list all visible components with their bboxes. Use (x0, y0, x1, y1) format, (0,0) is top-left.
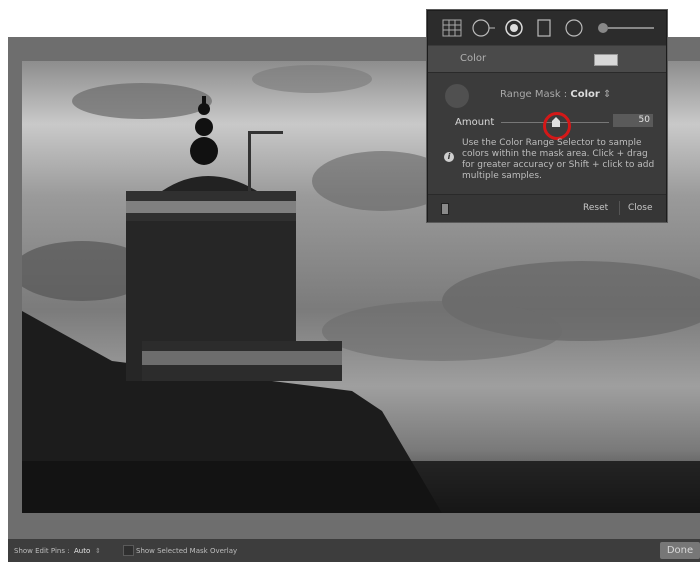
info-icon: i (444, 152, 454, 162)
bottom-toolbar: Show Edit Pins : Auto ⇕ Show Selected Ma… (8, 539, 700, 562)
graduated-filter-grid-icon[interactable] (442, 19, 462, 37)
local-adjustment-panel: Color Range Mask : Color ⇕ Amount 50 i U… (427, 10, 667, 222)
edit-pins-value[interactable]: Auto (74, 547, 90, 555)
mask-overlay-label: Show Selected Mask Overlay (136, 547, 238, 555)
footer-divider (619, 201, 620, 215)
tool-strip (428, 11, 666, 45)
reset-button[interactable]: Reset (583, 203, 608, 213)
color-range-selector-icon[interactable] (445, 84, 469, 108)
panel-footer: Reset Close (428, 194, 666, 222)
panel-toggle-switch[interactable] (441, 203, 449, 215)
color-section-header[interactable]: Color (428, 46, 666, 73)
amount-value-field[interactable]: 50 (613, 114, 653, 127)
range-mask-dropdown[interactable]: Range Mask : Color ⇕ (500, 89, 611, 100)
radial-filter-icon[interactable] (472, 19, 496, 37)
edit-pins-label: Show Edit Pins : (14, 547, 70, 555)
range-mask-label: Range Mask : (500, 89, 568, 100)
spot-removal-icon[interactable] (564, 19, 584, 37)
close-button[interactable]: Close (628, 203, 653, 213)
highlight-ring (543, 112, 571, 140)
amount-label: Amount (455, 117, 495, 128)
edit-pins-arrow-icon[interactable]: ⇕ (95, 547, 101, 555)
slider-icon[interactable] (596, 19, 656, 37)
color-swatch-button[interactable] (594, 54, 618, 66)
help-text: Use the Color Range Selector to sample c… (462, 138, 655, 181)
adjustment-brush-icon[interactable] (504, 19, 524, 37)
range-mask-value[interactable]: Color (570, 89, 599, 100)
done-button[interactable]: Done (660, 542, 700, 559)
crop-icon[interactable] (536, 19, 552, 37)
color-label: Color (460, 53, 487, 64)
mask-overlay-checkbox[interactable] (123, 545, 134, 556)
range-mask-arrow-icon[interactable]: ⇕ (603, 89, 611, 100)
